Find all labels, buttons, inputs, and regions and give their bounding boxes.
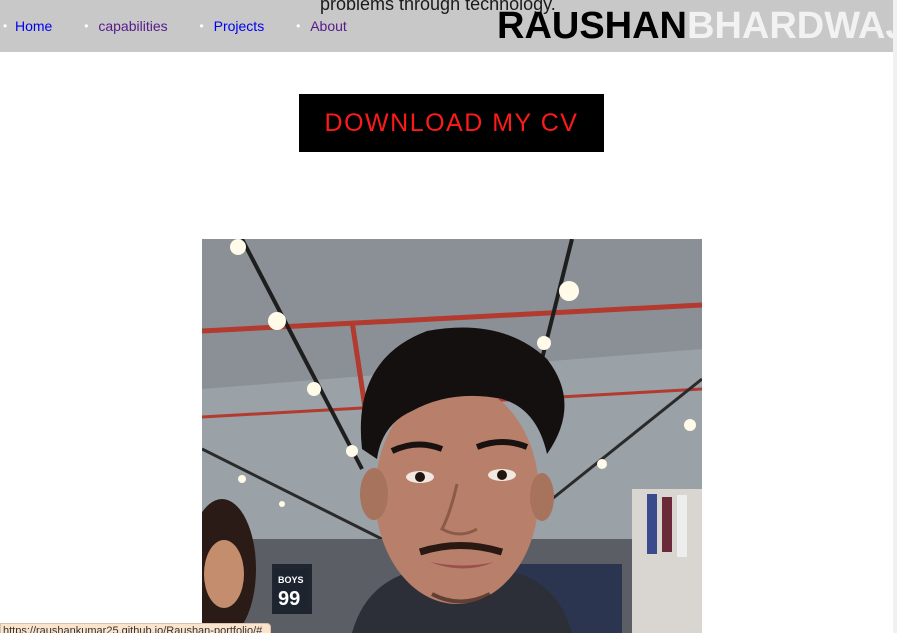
- nav-bullet: •: [199, 19, 204, 33]
- profile-photo-illustration: BOYS 99: [202, 239, 702, 633]
- svg-text:99: 99: [278, 588, 300, 610]
- nav-item-home: • Home: [0, 14, 74, 38]
- nav-link-about[interactable]: About: [310, 14, 369, 38]
- nav-link-projects[interactable]: Projects: [214, 14, 287, 38]
- main-navigation: • Home • capabilities • Projects • About: [0, 14, 369, 38]
- nav-item-about: • About: [286, 14, 369, 38]
- svg-text:BOYS: BOYS: [278, 575, 304, 585]
- brand-first-name: RAUSHAN: [497, 5, 687, 47]
- brand-last-name: BHARDWAJ: [687, 5, 897, 47]
- nav-item-projects: • Projects: [190, 14, 287, 38]
- nav-bullet: •: [84, 19, 89, 33]
- nav-link-home[interactable]: Home: [15, 14, 74, 38]
- nav-bullet: •: [3, 19, 8, 33]
- link-status-bar: https://raushankumar25.github.io/Raushan…: [0, 623, 272, 633]
- page: problems through technology. • Home • ca…: [0, 0, 897, 633]
- nav-link-capabilities[interactable]: capabilities: [98, 14, 189, 38]
- download-cv-button[interactable]: DOWNLOAD MY CV: [299, 94, 604, 152]
- nav-item-capabilities: • capabilities: [74, 14, 189, 38]
- brand-name: RAUSHANBHARDWAJ: [497, 5, 897, 47]
- profile-photo: BOYS 99: [202, 239, 702, 633]
- vertical-scrollbar[interactable]: [893, 0, 897, 633]
- nav-bullet: •: [296, 19, 301, 33]
- top-header-bar: problems through technology. • Home • ca…: [0, 0, 897, 52]
